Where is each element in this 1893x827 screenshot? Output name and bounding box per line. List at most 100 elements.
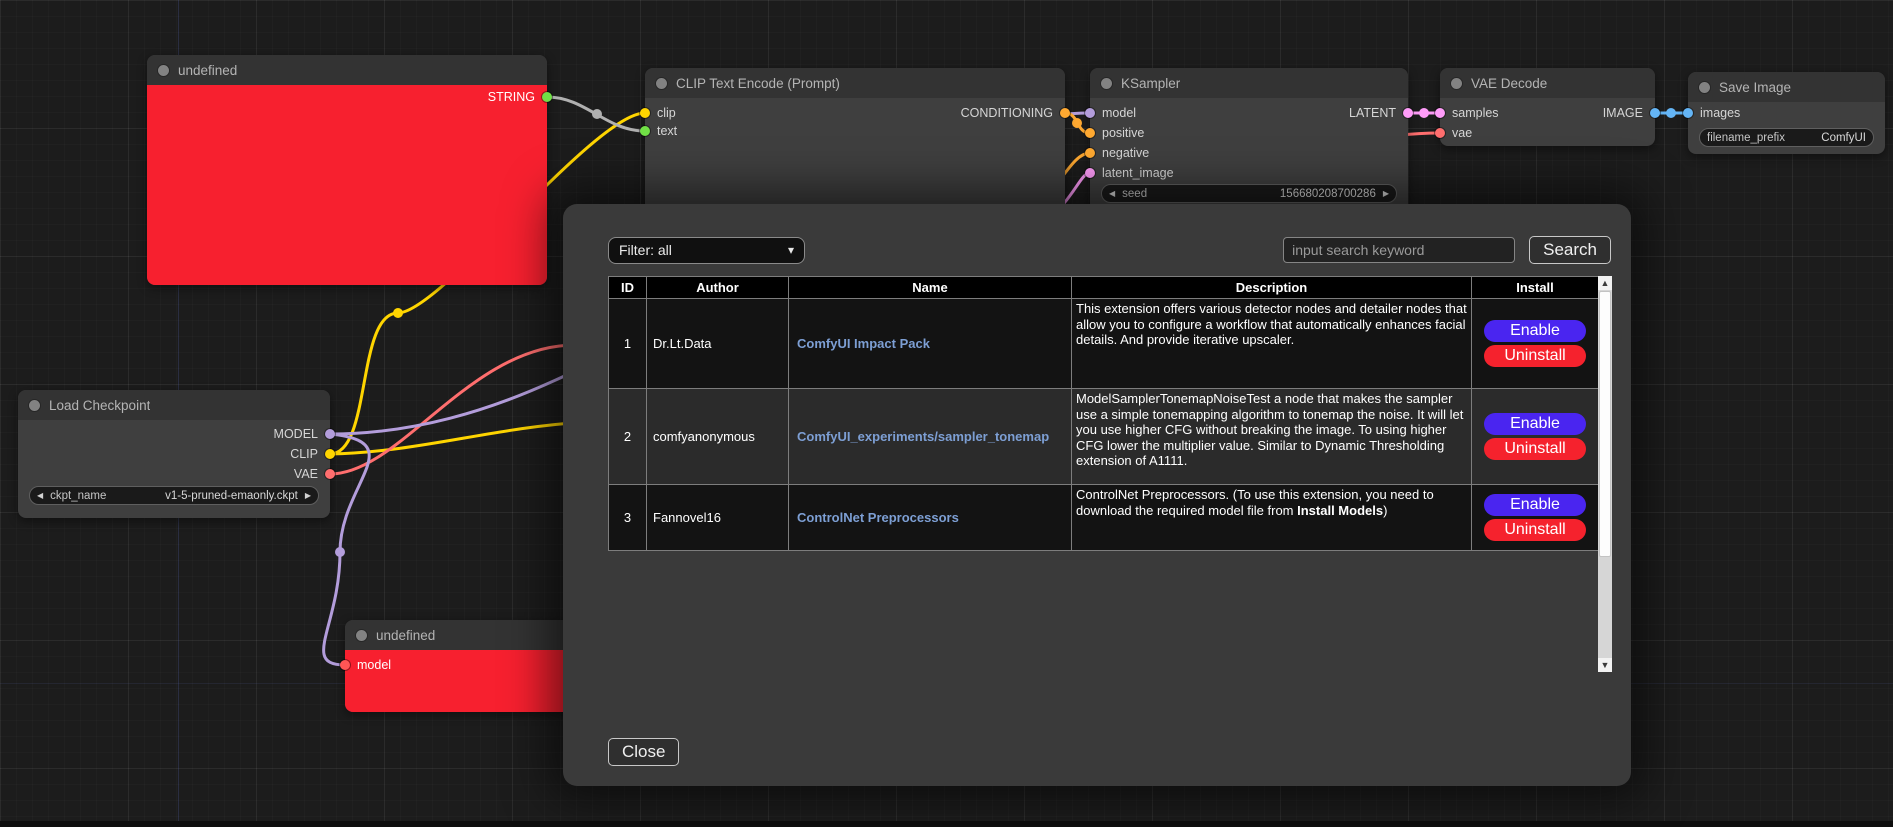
slot-dot[interactable] <box>340 660 350 670</box>
node-header[interactable]: Save Image <box>1688 72 1885 102</box>
slot-dot[interactable] <box>325 469 335 479</box>
close-button[interactable]: Close <box>608 738 679 766</box>
slot-dot[interactable] <box>640 126 650 136</box>
input-slot-vae[interactable]: vae <box>1435 123 1472 143</box>
extension-link[interactable]: ComfyUI_experiments/sampler_tonemap <box>797 429 1049 444</box>
uninstall-button[interactable]: Uninstall <box>1484 345 1586 367</box>
slot-label: STRING <box>488 90 535 104</box>
extensions-table: ID Author Name Description Install 1 Dr.… <box>608 276 1599 551</box>
node-header[interactable]: undefined <box>147 55 547 85</box>
node-save-image[interactable]: Save Image images filename_prefix ComfyU… <box>1688 72 1885 154</box>
node-title: VAE Decode <box>1471 76 1547 91</box>
slot-label: MODEL <box>274 427 318 441</box>
slot-dot[interactable] <box>325 429 335 439</box>
increment-icon[interactable]: ▶ <box>1383 189 1389 198</box>
cell-author: Fannovel16 <box>647 485 789 551</box>
node-header[interactable]: CLIP Text Encode (Prompt) <box>645 68 1065 98</box>
custom-nodes-manager-dialog: Filter: all ▾ Search ID Author Name Desc… <box>563 204 1631 786</box>
table-scrollbar[interactable]: ▲ ▼ <box>1598 276 1612 672</box>
input-slot-model[interactable]: model <box>1085 103 1136 123</box>
search-button[interactable]: Search <box>1529 236 1611 264</box>
input-slot-model[interactable]: model <box>340 655 391 675</box>
enable-button[interactable]: Enable <box>1484 320 1586 342</box>
enable-button[interactable]: Enable <box>1484 413 1586 435</box>
slot-dot[interactable] <box>640 108 650 118</box>
increment-icon[interactable]: ▶ <box>305 491 311 500</box>
node-vae-decode[interactable]: VAE Decode samples vae IMAGE <box>1440 68 1655 146</box>
slot-dot[interactable] <box>1650 108 1660 118</box>
scroll-up-icon[interactable]: ▲ <box>1598 276 1612 290</box>
node-load-checkpoint[interactable]: Load Checkpoint MODEL CLIP VAE ◀ ckpt_na… <box>18 390 330 518</box>
slot-label: VAE <box>294 467 318 481</box>
input-slot-text[interactable]: text <box>640 121 677 141</box>
node-undefined-top[interactable]: undefined STRING <box>147 55 547 285</box>
output-slot-clip[interactable]: CLIP <box>290 444 335 464</box>
slot-dot[interactable] <box>1085 168 1095 178</box>
enable-button[interactable]: Enable <box>1484 494 1586 516</box>
collapse-dot-icon[interactable] <box>1699 82 1710 93</box>
decrement-icon[interactable]: ◀ <box>37 491 43 500</box>
output-slot-latent[interactable]: LATENT <box>1349 103 1413 123</box>
widget-value: v1-5-pruned-emaonly.ckpt <box>165 490 298 502</box>
node-undefined-bottom[interactable]: undefined model <box>345 620 580 712</box>
cell-id: 3 <box>609 485 647 551</box>
uninstall-button[interactable]: Uninstall <box>1484 519 1586 541</box>
link-midpoint-dot <box>1072 118 1082 128</box>
node-header[interactable]: undefined <box>345 620 580 650</box>
column-header-name: Name <box>789 277 1072 299</box>
extension-link[interactable]: ControlNet Preprocessors <box>797 510 959 525</box>
node-header[interactable]: VAE Decode <box>1440 68 1655 98</box>
collapse-dot-icon[interactable] <box>29 400 40 411</box>
input-slot-negative[interactable]: negative <box>1085 143 1149 163</box>
input-slot-positive[interactable]: positive <box>1085 123 1144 143</box>
search-input[interactable] <box>1283 237 1515 263</box>
output-slot-image[interactable]: IMAGE <box>1603 103 1660 123</box>
decrement-icon[interactable]: ◀ <box>1109 189 1115 198</box>
filename-prefix-widget[interactable]: filename_prefix ComfyUI <box>1699 128 1874 147</box>
scrollbar-thumb[interactable] <box>1599 291 1611 557</box>
extension-row: 1 Dr.Lt.Data ComfyUI Impact Pack This ex… <box>609 299 1599 389</box>
slot-label: samples <box>1452 106 1499 120</box>
collapse-dot-icon[interactable] <box>1101 78 1112 89</box>
column-header-id: ID <box>609 277 647 299</box>
input-slot-images[interactable]: images <box>1683 103 1740 123</box>
slot-dot[interactable] <box>1683 108 1693 118</box>
caret-down-icon: ▾ <box>788 243 794 257</box>
ckpt-name-widget[interactable]: ◀ ckpt_name v1-5-pruned-emaonly.ckpt ▶ <box>29 486 319 505</box>
slot-dot[interactable] <box>1085 148 1095 158</box>
collapse-dot-icon[interactable] <box>656 78 667 89</box>
node-header[interactable]: Load Checkpoint <box>18 390 330 420</box>
slot-dot[interactable] <box>1435 128 1445 138</box>
collapse-dot-icon[interactable] <box>1451 78 1462 89</box>
input-slot-clip[interactable]: clip <box>640 103 676 123</box>
cell-install: Enable Uninstall <box>1472 389 1599 485</box>
seed-widget[interactable]: ◀ seed 156680208700286 ▶ <box>1101 184 1397 203</box>
node-title: Save Image <box>1719 80 1791 95</box>
collapse-dot-icon[interactable] <box>158 65 169 76</box>
input-slot-samples[interactable]: samples <box>1435 103 1499 123</box>
extension-link[interactable]: ComfyUI Impact Pack <box>797 336 930 351</box>
slot-dot[interactable] <box>1435 108 1445 118</box>
slot-dot[interactable] <box>542 92 552 102</box>
node-body: MODEL CLIP VAE ◀ ckpt_name v1-5-pruned-e… <box>18 420 330 518</box>
extensions-table-wrap: ID Author Name Description Install 1 Dr.… <box>608 276 1612 672</box>
output-slot-conditioning[interactable]: CONDITIONING <box>961 103 1070 123</box>
widget-name: filename_prefix <box>1707 132 1785 144</box>
collapse-dot-icon[interactable] <box>356 630 367 641</box>
input-slot-latent-image[interactable]: latent_image <box>1085 163 1174 183</box>
output-slot-model[interactable]: MODEL <box>274 424 335 444</box>
slot-dot[interactable] <box>325 449 335 459</box>
slot-dot[interactable] <box>1085 128 1095 138</box>
slot-label: model <box>1102 106 1136 120</box>
scroll-down-icon[interactable]: ▼ <box>1598 658 1612 672</box>
slot-dot[interactable] <box>1085 108 1095 118</box>
node-header[interactable]: KSampler <box>1090 68 1408 98</box>
slot-label: text <box>657 124 677 138</box>
slot-dot[interactable] <box>1060 108 1070 118</box>
output-slot-string[interactable]: STRING <box>488 87 552 107</box>
uninstall-button[interactable]: Uninstall <box>1484 438 1586 460</box>
slot-dot[interactable] <box>1403 108 1413 118</box>
output-slot-vae[interactable]: VAE <box>294 464 335 484</box>
slot-label: IMAGE <box>1603 106 1643 120</box>
filter-select[interactable]: Filter: all ▾ <box>608 237 805 264</box>
